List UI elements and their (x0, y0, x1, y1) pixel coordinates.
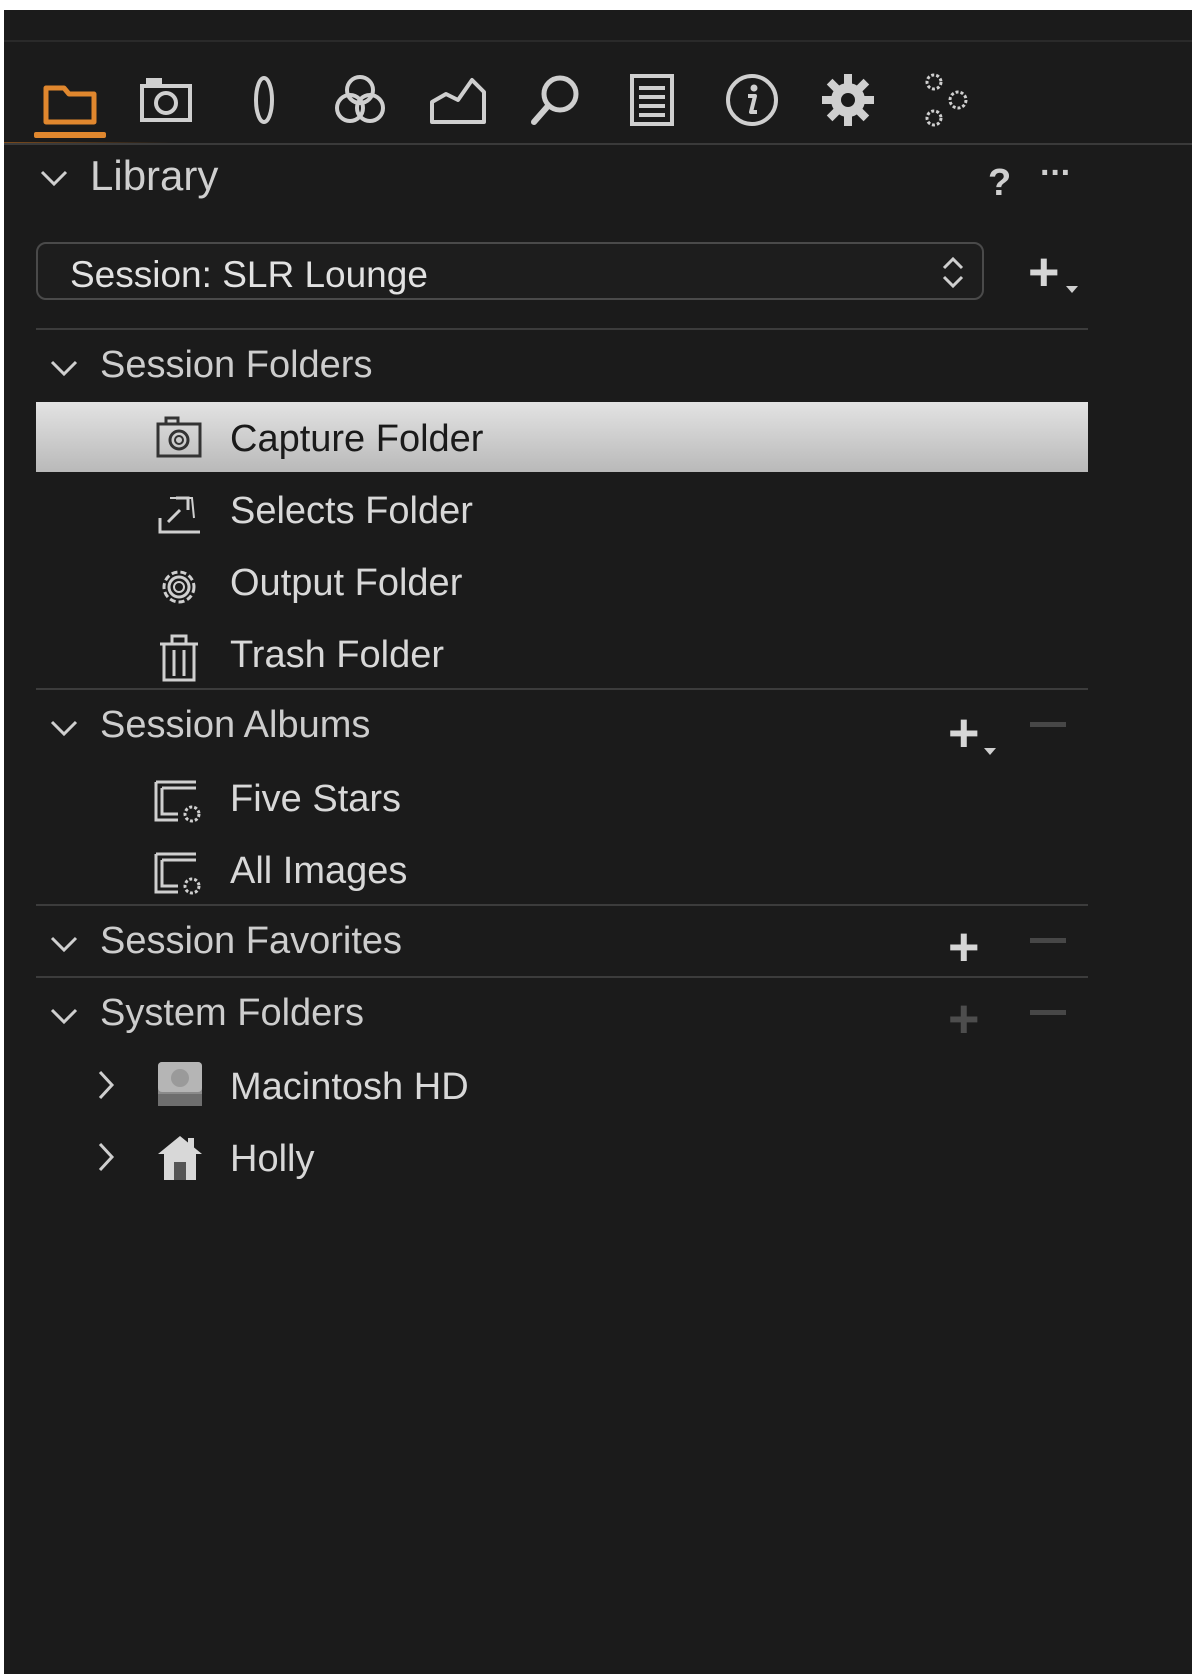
divider (36, 328, 1088, 330)
metadata-list-icon (630, 74, 674, 126)
lens-icon (254, 76, 274, 124)
color-icon (335, 75, 385, 123)
details-magnifier-icon (531, 75, 579, 125)
session-select[interactable]: Session: SLR Lounge (36, 242, 984, 300)
batch-gears-icon (925, 73, 968, 127)
album-item-five-stars[interactable]: Five Stars (230, 780, 401, 818)
selects-tray-icon (158, 496, 200, 534)
library-folder-icon (43, 85, 97, 125)
session-folders-title: Session Folders (100, 344, 373, 386)
gear-icon (162, 570, 196, 604)
chevron-down-icon[interactable] (48, 1004, 80, 1028)
album-item-all-images[interactable]: All Images (230, 852, 407, 890)
chevron-right-icon[interactable] (94, 1140, 118, 1174)
chevron-down-icon[interactable] (48, 716, 80, 740)
system-folders-title: System Folders (100, 992, 364, 1034)
tab-capture[interactable] (126, 58, 206, 142)
tabs-divider (4, 143, 1192, 145)
trash-icon (160, 634, 198, 682)
folder-item-output[interactable]: Output Folder (230, 564, 462, 602)
divider (36, 976, 1088, 978)
add-system-folder-button[interactable]: + (948, 992, 980, 1046)
remove-album-button[interactable] (1030, 722, 1066, 727)
add-menu-caret-icon (1066, 286, 1078, 293)
chevron-down-icon[interactable] (38, 166, 70, 190)
more-options-button[interactable]: ··· (1040, 154, 1072, 193)
session-select-value: Session: SLR Lounge (70, 254, 428, 295)
system-item-holly[interactable]: Holly (230, 1140, 314, 1178)
system-item-macintosh-hd[interactable]: Macintosh HD (230, 1068, 469, 1106)
divider (36, 904, 1088, 906)
chevron-updown-icon (942, 256, 964, 289)
folder-item-selects[interactable]: Selects Folder (230, 492, 473, 530)
tab-info[interactable] (712, 58, 792, 142)
adjustments-gear-icon (822, 74, 874, 126)
tab-color[interactable] (320, 58, 400, 142)
divider (36, 688, 1088, 690)
active-tab-indicator (34, 132, 106, 138)
folder-item-capture[interactable]: Capture Folder (230, 420, 483, 458)
top-rule (4, 40, 1192, 42)
library-panel: Library ? ··· Session: SLR Lounge + Sess… (4, 10, 1192, 1674)
chevron-down-icon[interactable] (48, 356, 80, 380)
add-favorite-button[interactable]: + (948, 920, 980, 974)
exposure-icon (430, 78, 486, 124)
session-albums-title: Session Albums (100, 704, 371, 746)
tab-adjustments[interactable] (808, 58, 888, 142)
session-favorites-title: Session Favorites (100, 920, 403, 962)
smart-album-icon (154, 852, 201, 895)
chevron-down-icon[interactable] (48, 932, 80, 956)
tab-exposure[interactable] (418, 58, 498, 142)
library-title: Library (90, 152, 219, 199)
help-button[interactable]: ? (988, 162, 1011, 205)
add-album-button[interactable]: + (948, 706, 980, 760)
home-icon (158, 1136, 202, 1180)
info-icon (726, 74, 778, 126)
add-album-caret-icon (984, 748, 996, 755)
tab-metadata[interactable] (612, 58, 692, 142)
folder-item-trash[interactable]: Trash Folder (230, 636, 444, 674)
tab-details[interactable] (516, 58, 596, 142)
remove-favorite-button[interactable] (1030, 938, 1066, 943)
add-library-button[interactable]: + (1028, 245, 1060, 299)
tab-library[interactable] (30, 58, 110, 142)
remove-system-folder-button[interactable] (1030, 1010, 1066, 1015)
hard-drive-icon (158, 1062, 202, 1106)
chevron-right-icon[interactable] (94, 1068, 118, 1102)
camera-icon (156, 416, 202, 458)
tab-batch[interactable] (906, 58, 986, 142)
tab-lens[interactable] (224, 58, 304, 142)
capture-camera-icon (140, 78, 192, 122)
smart-album-icon (154, 780, 201, 823)
